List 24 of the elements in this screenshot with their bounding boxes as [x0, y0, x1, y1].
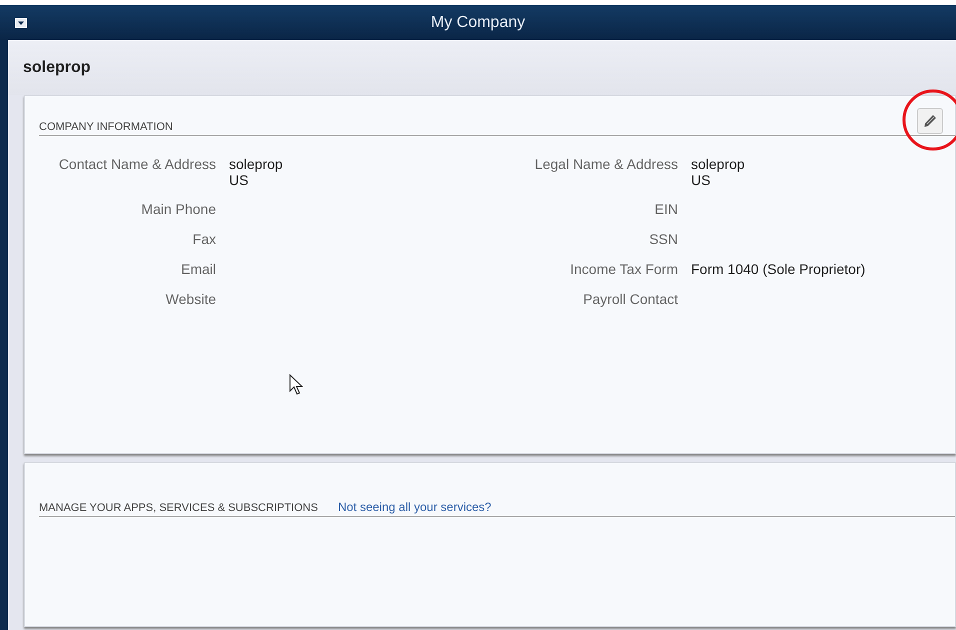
field-label: Fax: [192, 231, 216, 248]
company-name: soleprop: [23, 58, 91, 76]
field-label: Income Tax Form: [569, 261, 678, 278]
field-value: Form 1040 (Sole Proprietor): [691, 261, 866, 277]
field-label: EIN: [654, 201, 678, 218]
field-value: soleprop: [229, 156, 283, 172]
window-menu-icon[interactable]: [15, 18, 27, 28]
field-label: Payroll Contact: [582, 291, 678, 308]
field-label: Contact Name & Address: [58, 156, 216, 174]
cursor-icon: [289, 374, 303, 396]
section-heading: COMPANY INFORMATION: [39, 121, 173, 133]
edit-button[interactable]: [917, 108, 943, 134]
pencil-icon: [922, 113, 938, 129]
window-title: My Company: [430, 14, 526, 32]
field-label: Email: [180, 261, 216, 278]
field-label: Legal Name & Address: [534, 156, 678, 174]
field-value: US: [229, 172, 248, 188]
field-value: soleprop: [691, 156, 745, 172]
field-label: Main Phone: [140, 201, 216, 218]
field-label: Website: [164, 291, 216, 308]
section-heading: MANAGE YOUR APPS, SERVICES & SUBSCRIPTIONS: [39, 502, 318, 514]
field-value: US: [691, 172, 710, 188]
field-label: SSN: [648, 231, 678, 248]
services-link[interactable]: Not seeing all your services?: [338, 500, 492, 514]
